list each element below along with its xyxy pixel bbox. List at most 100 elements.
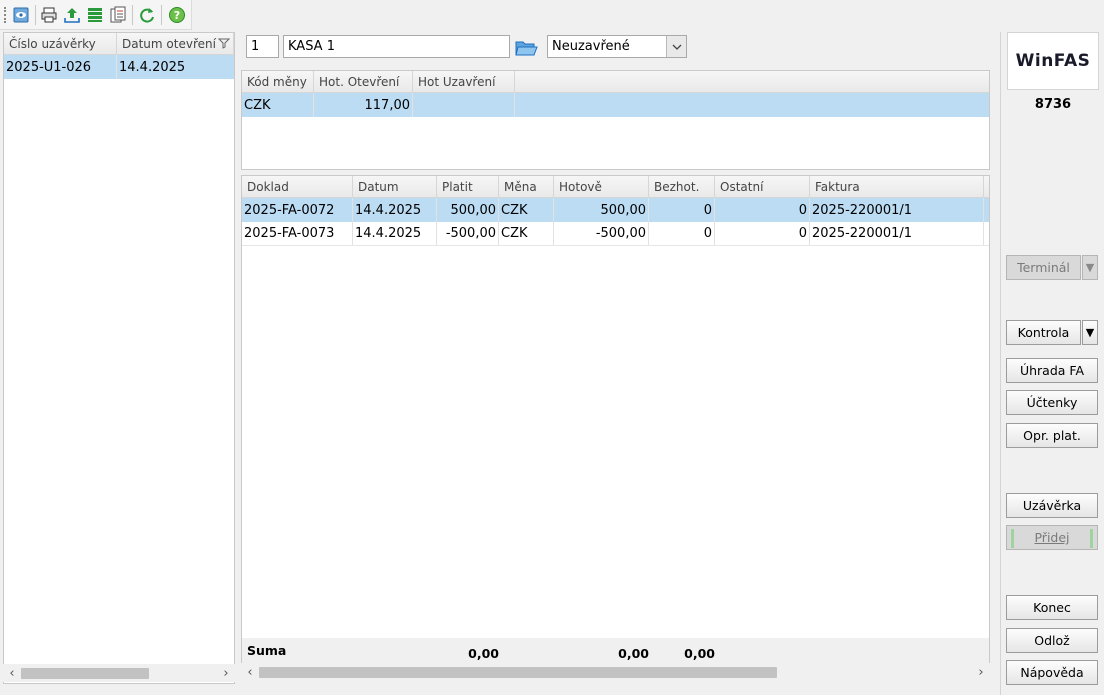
closures-list[interactable]: Číslo uzávěrky Datum otevření 2025-U1-02… bbox=[3, 32, 235, 684]
kontrola-button[interactable]: Kontrola bbox=[1006, 320, 1081, 345]
cell-mena: CZK bbox=[499, 222, 554, 245]
cell-doklad: 2025-FA-0073 bbox=[242, 222, 353, 245]
table-row[interactable]: 2025-FA-0073 14.4.2025 -500,00 CZK -500,… bbox=[242, 222, 989, 246]
terminal-dropdown-icon[interactable]: ▼ bbox=[1082, 255, 1098, 280]
cell-otevreni: 117,00 bbox=[314, 93, 413, 117]
kontrola-dropdown-icon[interactable]: ▼ bbox=[1082, 320, 1098, 345]
napoveda-button-label: Nápověda bbox=[1020, 665, 1084, 680]
konec-button[interactable]: Konec bbox=[1006, 595, 1098, 620]
scroll-thumb[interactable] bbox=[21, 668, 149, 679]
column-header-kod[interactable]: Kód měny bbox=[242, 71, 314, 92]
scroll-left-icon[interactable]: ‹ bbox=[3, 666, 21, 681]
toolbar-separator bbox=[35, 5, 36, 25]
cell-uzavreni bbox=[413, 93, 515, 117]
cell-bezhot: 0 bbox=[649, 198, 715, 222]
cell-ostatni: 0 bbox=[715, 198, 810, 222]
cell-faktura: 2025-220001/1 bbox=[810, 222, 984, 245]
help-icon[interactable]: ? bbox=[166, 4, 188, 26]
documents-grid-header: Doklad Datum Platit Měna Hotově Bezhot. … bbox=[242, 176, 989, 198]
status-select-value: Neuzavřené bbox=[552, 39, 630, 54]
summary-row: Suma 0,00 0,00 0,00 bbox=[242, 638, 989, 663]
chevron-down-icon[interactable] bbox=[666, 36, 686, 57]
view-icon[interactable] bbox=[10, 4, 32, 26]
list-icon[interactable] bbox=[84, 4, 106, 26]
cell-ostatni: 0 bbox=[715, 222, 810, 245]
closures-list-header: Číslo uzávěrky Datum otevření bbox=[4, 33, 234, 55]
cell-mena: CZK bbox=[499, 198, 554, 222]
cell-hotove: 500,00 bbox=[554, 198, 649, 222]
column-header-mena[interactable]: Měna bbox=[499, 176, 554, 197]
pridej-button-label: Přidej bbox=[1034, 530, 1070, 545]
filter-icon[interactable] bbox=[217, 37, 231, 52]
opr-plat-button[interactable]: Opr. plat. bbox=[1006, 423, 1098, 448]
winfas-logo: WinFAS bbox=[1007, 32, 1099, 90]
uzaverka-button[interactable]: Uzávěrka bbox=[1006, 493, 1098, 518]
odloz-button-label: Odlož bbox=[1034, 633, 1070, 648]
cell-hotove: -500,00 bbox=[554, 222, 649, 245]
column-header-ostatni[interactable]: Ostatní bbox=[715, 176, 810, 197]
toolbar-separator bbox=[132, 5, 133, 25]
open-folder-icon[interactable] bbox=[514, 37, 538, 59]
napoveda-button[interactable]: Nápověda bbox=[1006, 660, 1098, 685]
toolbar-grip[interactable] bbox=[4, 7, 6, 23]
svg-text:?: ? bbox=[174, 9, 180, 22]
cell-bezhot: 0 bbox=[649, 222, 715, 245]
cell-platit: -500,00 bbox=[437, 222, 499, 245]
table-row[interactable]: 2025-U1-026 14.4.2025 bbox=[4, 55, 234, 79]
kasa-number-input[interactable]: 1 bbox=[246, 35, 279, 58]
column-header-platit[interactable]: Platit bbox=[437, 176, 499, 197]
logo-text: WinFAS bbox=[1015, 51, 1091, 71]
column-header-datum[interactable]: Datum bbox=[353, 176, 437, 197]
export-icon[interactable] bbox=[61, 4, 83, 26]
print-icon[interactable] bbox=[38, 4, 60, 26]
currency-grid-header: Kód měny Hot. Otevření Hot Uzavření bbox=[242, 71, 989, 93]
toolbar: ? bbox=[0, 0, 192, 30]
odloz-button[interactable]: Odlož bbox=[1006, 628, 1098, 653]
kasa-name-input[interactable]: KASA 1 bbox=[283, 35, 510, 58]
documents-horizontal-scrollbar[interactable]: ‹ › bbox=[241, 663, 990, 681]
scroll-left-icon[interactable]: ‹ bbox=[241, 665, 259, 680]
scroll-track[interactable] bbox=[21, 664, 217, 682]
scroll-track[interactable] bbox=[259, 663, 972, 681]
user-code: 8736 bbox=[1034, 97, 1072, 112]
summary-bezhot: 0,00 bbox=[684, 646, 715, 661]
summary-platit: 0,00 bbox=[468, 646, 499, 661]
table-row[interactable]: 2025-FA-0072 14.4.2025 500,00 CZK 500,00… bbox=[242, 198, 989, 222]
table-row[interactable]: CZK 117,00 bbox=[242, 93, 989, 117]
scroll-right-icon[interactable]: › bbox=[972, 665, 990, 680]
cell-kod: CZK bbox=[242, 93, 314, 117]
cell-doklad: 2025-FA-0072 bbox=[242, 198, 353, 222]
column-header-hotove[interactable]: Hotově bbox=[554, 176, 649, 197]
column-header-faktura[interactable]: Faktura bbox=[810, 176, 984, 197]
column-header-datum-label: Datum otevření bbox=[122, 36, 216, 51]
column-header-otevreni[interactable]: Hot. Otevření bbox=[314, 71, 413, 92]
scroll-right-icon[interactable]: › bbox=[217, 666, 235, 681]
konec-button-label: Konec bbox=[1033, 600, 1071, 615]
left-horizontal-scrollbar[interactable]: ‹ › bbox=[3, 664, 235, 682]
column-header-uzavreni[interactable]: Hot Uzavření bbox=[413, 71, 515, 92]
column-header-datum[interactable]: Datum otevření bbox=[117, 33, 234, 54]
column-header-bezhot[interactable]: Bezhot. bbox=[649, 176, 715, 197]
uhrada-fa-button[interactable]: Úhrada FA bbox=[1006, 358, 1098, 383]
currency-grid[interactable]: Kód měny Hot. Otevření Hot Uzavření CZK … bbox=[241, 70, 990, 170]
column-header-cislo[interactable]: Číslo uzávěrky bbox=[4, 33, 117, 54]
cell-datum: 14.4.2025 bbox=[119, 59, 186, 75]
cell-datum: 14.4.2025 bbox=[353, 222, 437, 245]
scroll-thumb[interactable] bbox=[259, 667, 777, 678]
toolbar-separator bbox=[161, 5, 162, 25]
documents-grid[interactable]: Doklad Datum Platit Měna Hotově Bezhot. … bbox=[241, 175, 990, 664]
summary-hotove: 0,00 bbox=[618, 646, 649, 661]
pridej-button[interactable]: Přidej bbox=[1006, 525, 1098, 550]
status-select[interactable]: Neuzavřené bbox=[547, 35, 687, 58]
refresh-icon[interactable] bbox=[136, 4, 158, 26]
uctenky-button[interactable]: Účtenky bbox=[1006, 390, 1098, 415]
column-header-doklad[interactable]: Doklad bbox=[242, 176, 353, 197]
cell-platit: 500,00 bbox=[437, 198, 499, 222]
pridej-left-marker bbox=[1011, 529, 1014, 548]
pridej-right-marker bbox=[1090, 529, 1093, 548]
terminal-button[interactable]: Terminál bbox=[1006, 255, 1081, 280]
summary-label: Suma bbox=[247, 643, 287, 658]
cell-faktura: 2025-220001/1 bbox=[810, 198, 984, 222]
document-icon[interactable] bbox=[107, 4, 129, 26]
cell-cislo: 2025-U1-026 bbox=[4, 55, 117, 79]
